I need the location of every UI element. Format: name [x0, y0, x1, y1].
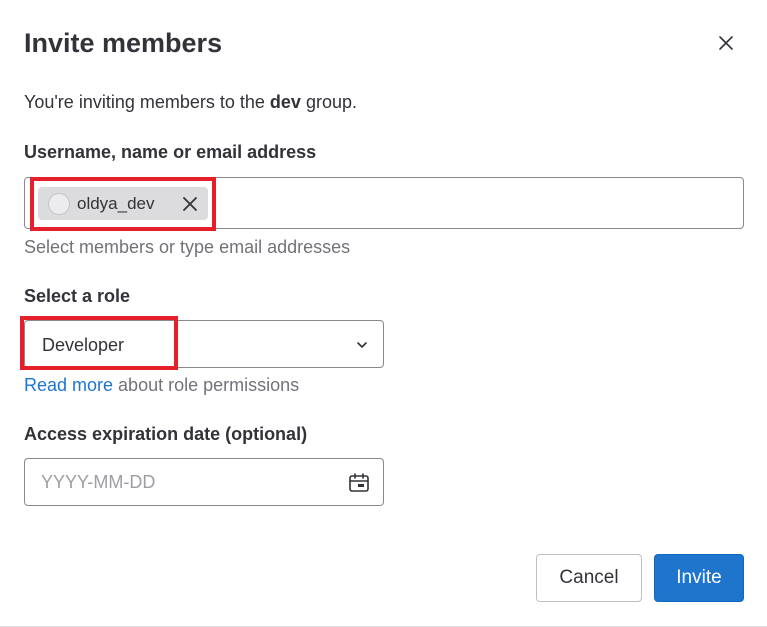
invite-members-modal: Invite members You're inviting members t…	[0, 0, 767, 627]
role-select[interactable]: Developer	[24, 320, 384, 368]
group-name: dev	[269, 92, 301, 112]
intro-prefix: You're inviting members to the	[24, 92, 270, 112]
avatar	[48, 192, 70, 215]
role-selected-value: Developer	[42, 335, 125, 355]
role-label: Select a role	[24, 286, 131, 306]
members-help-text: Select members or type email addresses	[24, 237, 351, 257]
close-button[interactable]	[710, 27, 742, 59]
modal-title: Invite members	[24, 28, 223, 58]
close-icon	[183, 197, 197, 211]
remove-token-button[interactable]	[181, 195, 199, 213]
role-help-suffix: about role permissions	[113, 375, 300, 395]
intro-suffix: group.	[300, 92, 357, 112]
expiration-label: Access expiration date (optional)	[24, 424, 308, 444]
read-more-link[interactable]: Read more	[24, 375, 113, 395]
invite-button[interactable]: Invite	[654, 554, 744, 602]
chevron-down-icon	[357, 342, 367, 348]
cancel-button[interactable]: Cancel	[536, 554, 642, 602]
calendar-icon[interactable]	[347, 471, 371, 495]
members-label: Username, name or email address	[24, 142, 317, 162]
expiration-date-field[interactable]	[24, 458, 384, 506]
intro-text: You're inviting members to the dev group…	[24, 90, 357, 114]
member-token-label: oldya_dev	[77, 193, 155, 213]
close-icon	[719, 36, 733, 50]
member-token: oldya_dev	[38, 187, 208, 220]
expiration-date-input[interactable]	[41, 469, 341, 495]
members-token-input[interactable]: oldya_dev	[24, 177, 744, 229]
role-help-text: Read more about role permissions	[24, 373, 299, 397]
